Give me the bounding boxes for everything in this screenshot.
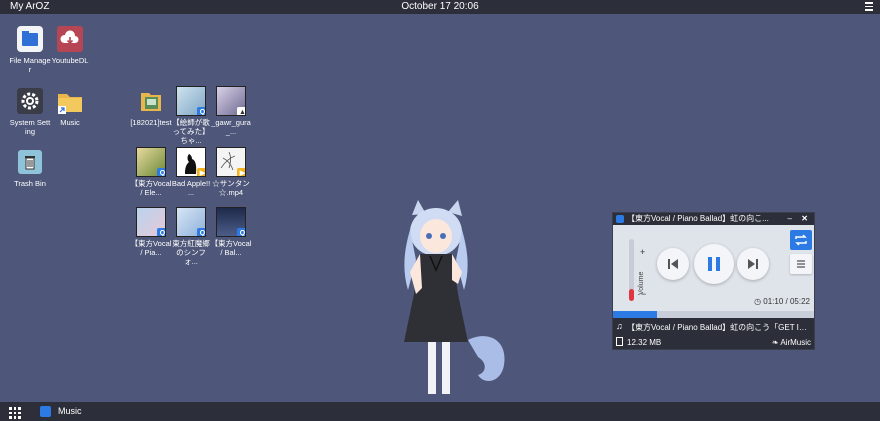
youtubedl-shortcut[interactable]: YoutubeDL <box>49 24 91 65</box>
taskbar: Music <box>0 402 880 421</box>
icon-label: Trash Bin <box>14 179 46 188</box>
desktop-mascot <box>370 190 520 402</box>
video-thumbnail: Q <box>176 86 206 116</box>
player-titlebar[interactable]: 【東方Vocal / Piano Ballad】虹の向こ... – ✕ <box>613 213 814 225</box>
player-app-icon <box>616 215 624 223</box>
desktop-file[interactable]: ▶ ☆サンタン☆.mp4 <box>210 147 252 197</box>
brand-name: AirMusic <box>780 338 811 347</box>
repeat-icon <box>795 234 807 246</box>
trash-icon <box>15 147 45 177</box>
time-text: 01:10 / 05:22 <box>763 297 810 306</box>
close-icon[interactable]: ✕ <box>801 213 808 225</box>
icon-label: System Setting <box>9 118 51 136</box>
folder-icon <box>55 86 85 116</box>
file-label: _gawr_gura_... <box>211 118 251 136</box>
video-badge-icon: ▶ <box>197 168 205 176</box>
icon-label: YoutubeDL <box>51 56 89 65</box>
volume-up-icon[interactable]: + <box>640 247 645 257</box>
clock-icon: ◷ <box>754 297 762 306</box>
time-readout: ◷ 01:10 / 05:22 <box>754 297 810 306</box>
file-label: [182021]test <box>130 118 172 127</box>
icon-label: Music <box>60 118 80 127</box>
play-badge-icon: Q <box>157 168 165 176</box>
file-size: 12.32 MB <box>627 338 662 347</box>
list-icon <box>797 260 805 268</box>
progress-fill <box>613 311 657 318</box>
desktop-file[interactable]: Q 【東方Vocal / Bal... <box>210 207 252 257</box>
clock: October 17 20:06 <box>401 1 479 12</box>
desktop-file[interactable]: ▲ _gawr_gura_... <box>210 86 252 136</box>
video-thumbnail: Q <box>136 207 166 237</box>
play-badge-icon: Q <box>157 228 165 236</box>
image-folder-icon <box>136 86 166 116</box>
pause-icon <box>708 257 720 271</box>
music-player-window[interactable]: 【東方Vocal / Piano Ballad】虹の向こ... – ✕ + Vo… <box>612 212 815 350</box>
desktop-file[interactable]: Q 【東方Vocal / Pia... <box>130 207 172 257</box>
volume-level <box>629 288 634 301</box>
file-label: 東方紅魔郷のシンフォ... <box>172 239 210 266</box>
skip-back-icon <box>668 259 678 269</box>
player-title: 【東方Vocal / Piano Ballad】虹の向こ... <box>627 214 769 223</box>
system-setting-shortcut[interactable]: System Setting <box>9 86 51 136</box>
file-label: Bad Apple!! ... <box>171 179 211 197</box>
skip-forward-icon <box>748 259 758 269</box>
top-bar: My ArOZ October 17 20:06 <box>0 0 880 14</box>
volume-down-icon[interactable]: − <box>641 289 646 299</box>
music-app-icon <box>40 406 51 417</box>
desktop-file[interactable]: ▶ Bad Apple!! ... <box>170 147 212 197</box>
play-badge-icon: Q <box>197 107 205 115</box>
video-thumbnail: Q <box>176 207 206 237</box>
leaf-icon: ❧ <box>771 338 779 347</box>
minimize-icon[interactable]: – <box>788 213 792 225</box>
previous-button[interactable] <box>657 248 689 280</box>
gear-icon <box>15 86 45 116</box>
file-label: 【東方Vocal / Bal... <box>210 239 252 257</box>
pause-button[interactable] <box>694 244 734 284</box>
music-note-icon: ♫ <box>616 321 623 331</box>
file-label: ☆サンタン☆.mp4 <box>212 179 250 197</box>
folder-window-icon <box>15 24 45 54</box>
file-label: 【絵師が歌ってみた】ちゃ... <box>172 118 210 145</box>
cloud-download-icon <box>55 24 85 54</box>
video-thumbnail: ▶ <box>176 147 206 177</box>
repeat-button[interactable] <box>790 230 812 250</box>
image-badge-icon: ▲ <box>237 107 245 115</box>
icon-label: File Manager <box>9 56 51 74</box>
app-grid-icon[interactable] <box>9 407 21 419</box>
desktop-file[interactable]: Q 東方紅魔郷のシンフォ... <box>170 207 212 266</box>
file-manager-shortcut[interactable]: File Manager <box>9 24 51 74</box>
play-badge-icon: Q <box>197 228 205 236</box>
video-thumbnail: Q <box>216 207 246 237</box>
video-thumbnail: Q <box>136 147 166 177</box>
desktop-file[interactable]: Q 【東方Vocal / Ele... <box>130 147 172 197</box>
play-badge-icon: Q <box>237 228 245 236</box>
next-button[interactable] <box>737 248 769 280</box>
image-thumbnail: ▲ <box>216 86 246 116</box>
hamburger-menu-icon[interactable] <box>865 2 873 11</box>
file-icon <box>616 337 623 346</box>
desktop-file[interactable]: [182021]test <box>130 86 172 127</box>
video-thumbnail: ▶ <box>216 147 246 177</box>
track-info: ♫ 【東方Vocal / Piano Ballad】虹の向こう「GET IN .… <box>613 318 814 349</box>
music-folder-shortcut[interactable]: Music <box>49 86 91 127</box>
desktop-file[interactable]: Q 【絵師が歌ってみた】ちゃ... <box>170 86 212 145</box>
trash-bin-shortcut[interactable]: Trash Bin <box>9 147 51 188</box>
playlist-button[interactable] <box>790 254 812 274</box>
file-label: 【東方Vocal / Ele... <box>130 179 172 197</box>
song-title: 【東方Vocal / Piano Ballad】虹の向こう「GET IN ... <box>627 323 812 332</box>
progress-bar[interactable] <box>613 311 814 318</box>
video-badge-icon: ▶ <box>237 168 245 176</box>
app-brand: ❧ AirMusic <box>772 338 811 347</box>
file-label: 【東方Vocal / Pia... <box>130 239 172 257</box>
volume-slider[interactable]: + Volume − <box>625 235 651 305</box>
taskbar-item-label: Music <box>58 406 82 416</box>
